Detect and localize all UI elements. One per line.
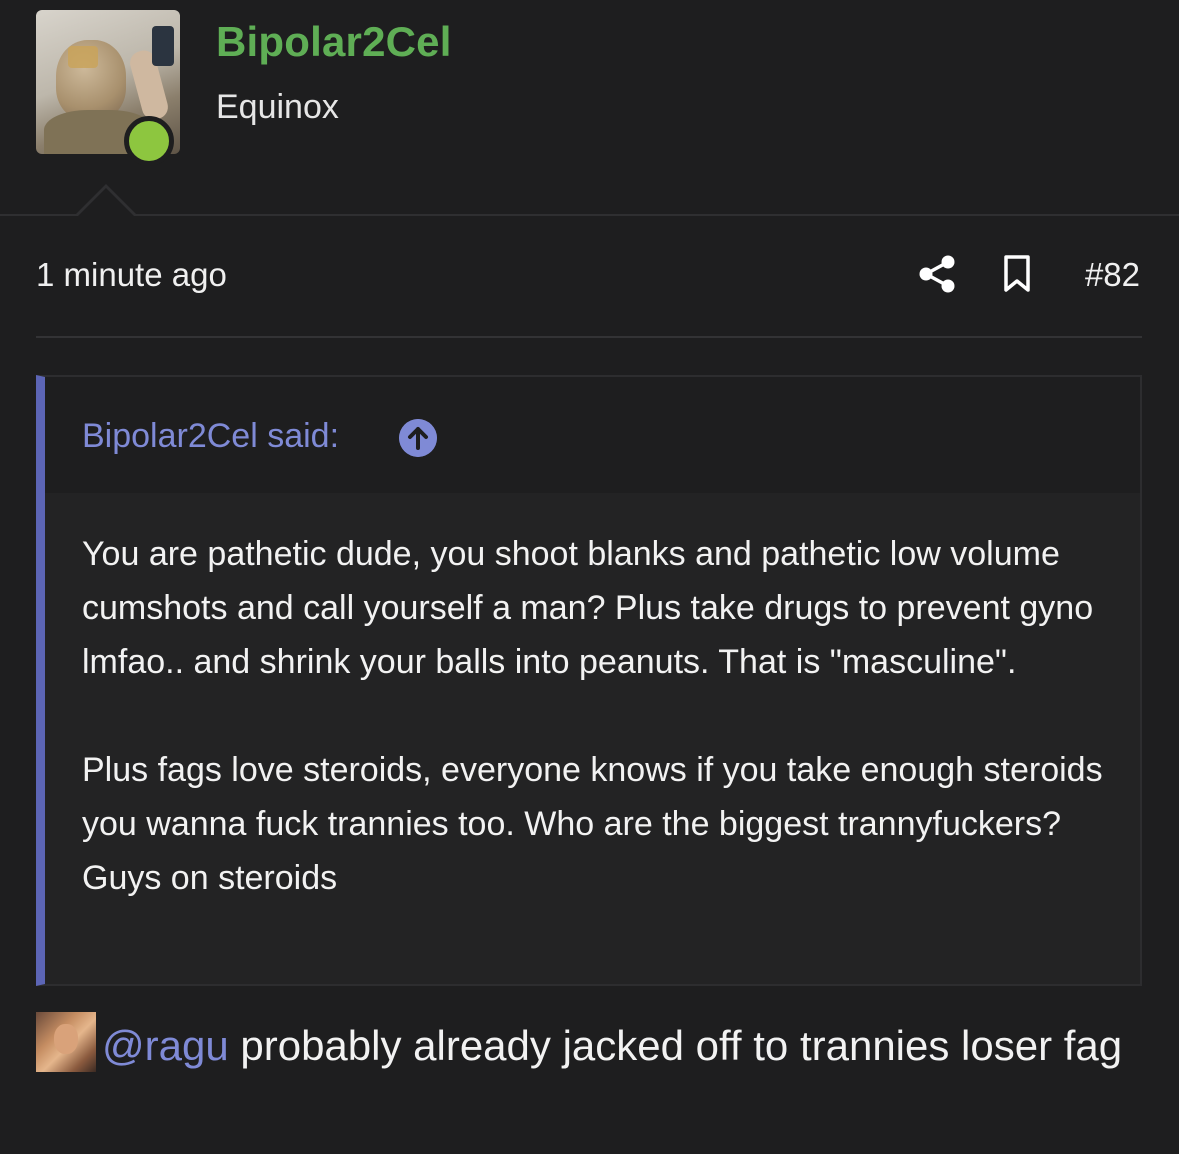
post-number[interactable]: #82 bbox=[1085, 256, 1140, 294]
quote-block: Bipolar2Cel said: You are pathetic dude,… bbox=[36, 375, 1142, 986]
quote-header: Bipolar2Cel said: bbox=[45, 377, 1140, 493]
avatar-hair-clip bbox=[68, 46, 98, 68]
online-status-icon bbox=[124, 116, 174, 166]
post-author-block: Bipolar2Cel Equinox bbox=[0, 0, 1179, 216]
user-mention[interactable]: @ragu bbox=[102, 1022, 229, 1069]
post: Bipolar2Cel Equinox 1 minute ago #82 Bip… bbox=[0, 0, 1179, 1154]
reply-text: probably already jacked off to trannies … bbox=[228, 1022, 1123, 1069]
post-body: @ragu probably already jacked off to tra… bbox=[36, 1012, 1146, 1077]
username[interactable]: Bipolar2Cel bbox=[216, 18, 452, 66]
mention-avatar[interactable] bbox=[36, 1012, 96, 1072]
share-icon[interactable] bbox=[918, 254, 956, 294]
avatar-phone bbox=[152, 26, 174, 66]
user-title: Equinox bbox=[216, 88, 339, 126]
quote-attribution[interactable]: Bipolar2Cel said: bbox=[82, 417, 339, 456]
divider bbox=[36, 336, 1142, 338]
post-timestamp[interactable]: 1 minute ago bbox=[36, 256, 227, 294]
arrow-up-icon[interactable] bbox=[399, 419, 437, 457]
bookmark-icon[interactable] bbox=[1002, 254, 1032, 294]
post-meta: 1 minute ago #82 bbox=[36, 248, 1142, 308]
quote-paragraph: You are pathetic dude, you shoot blanks … bbox=[82, 535, 1094, 681]
author-pointer-inner bbox=[78, 188, 134, 216]
quote-paragraph: Plus fags love steroids, everyone knows … bbox=[82, 751, 1103, 897]
quote-body: You are pathetic dude, you shoot blanks … bbox=[82, 527, 1122, 905]
